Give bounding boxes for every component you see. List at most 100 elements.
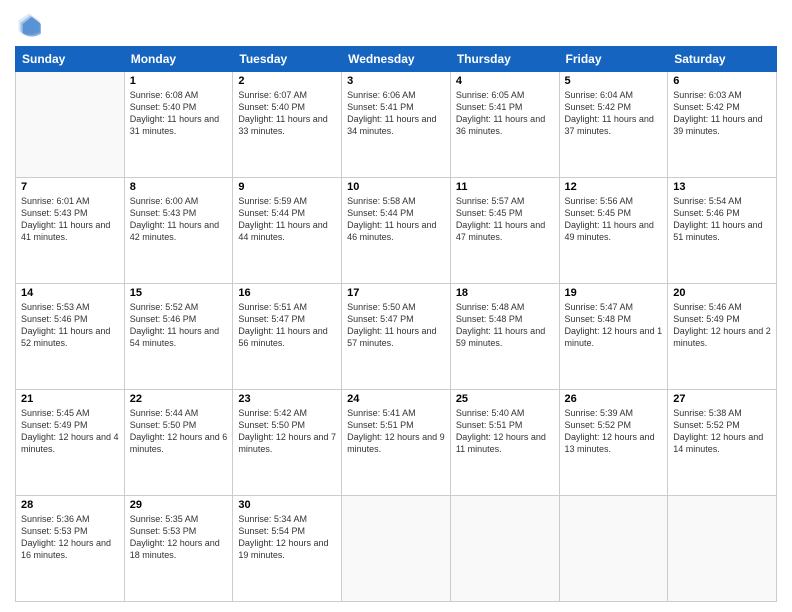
calendar-cell: 11 Sunrise: 5:57 AM Sunset: 5:45 PM Dayli… bbox=[450, 178, 559, 284]
day-number: 20 bbox=[673, 287, 771, 299]
day-content: Sunrise: 5:50 AM Sunset: 5:47 PM Dayligh… bbox=[347, 301, 445, 350]
calendar-cell: 19 Sunrise: 5:47 AM Sunset: 5:48 PM Dayli… bbox=[559, 284, 668, 390]
logo bbox=[15, 10, 47, 38]
day-content: Sunrise: 5:44 AM Sunset: 5:50 PM Dayligh… bbox=[130, 407, 228, 456]
calendar-week-row: 1Sunrise: 6:08 AM Sunset: 5:40 PM Daylig… bbox=[16, 72, 777, 178]
day-number: 12 bbox=[565, 181, 663, 193]
calendar-cell bbox=[16, 72, 125, 178]
calendar-cell: 5Sunrise: 6:04 AM Sunset: 5:42 PM Daylig… bbox=[559, 72, 668, 178]
day-content: Sunrise: 5:35 AM Sunset: 5:53 PM Dayligh… bbox=[130, 513, 228, 562]
calendar-cell: 10Sunrise: 5:58 AM Sunset: 5:44 PM Dayli… bbox=[342, 178, 451, 284]
day-number: 18 bbox=[456, 287, 554, 299]
calendar-week-row: 14Sunrise: 5:53 AM Sunset: 5:46 PM Dayli… bbox=[16, 284, 777, 390]
calendar-cell: 21 Sunrise: 5:45 AM Sunset: 5:49 PM Dayli… bbox=[16, 390, 125, 496]
day-number: 16 bbox=[238, 287, 336, 299]
calendar-cell: 29 Sunrise: 5:35 AM Sunset: 5:53 PM Dayli… bbox=[124, 496, 233, 602]
day-content: Sunrise: 5:56 AM Sunset: 5:45 PM Dayligh… bbox=[565, 195, 663, 244]
day-number: 22 bbox=[130, 393, 228, 405]
day-content: Sunrise: 5:42 AM Sunset: 5:50 PM Dayligh… bbox=[238, 407, 336, 456]
page: SundayMondayTuesdayWednesdayThursdayFrid… bbox=[0, 0, 792, 612]
calendar-cell: 24 Sunrise: 5:41 AM Sunset: 5:51 PM Dayli… bbox=[342, 390, 451, 496]
day-content: Sunrise: 5:46 AM Sunset: 5:49 PM Dayligh… bbox=[673, 301, 771, 350]
weekday-header-friday: Friday bbox=[559, 47, 668, 72]
day-content: Sunrise: 6:01 AM Sunset: 5:43 PM Dayligh… bbox=[21, 195, 119, 244]
weekday-header-row: SundayMondayTuesdayWednesdayThursdayFrid… bbox=[16, 47, 777, 72]
calendar-cell: 17 Sunrise: 5:50 AM Sunset: 5:47 PM Dayli… bbox=[342, 284, 451, 390]
calendar-cell: 22 Sunrise: 5:44 AM Sunset: 5:50 PM Dayli… bbox=[124, 390, 233, 496]
day-number: 13 bbox=[673, 181, 771, 193]
calendar-week-row: 28 Sunrise: 5:36 AM Sunset: 5:53 PM Dayli… bbox=[16, 496, 777, 602]
day-number: 7 bbox=[21, 181, 119, 193]
day-content: Sunrise: 5:52 AM Sunset: 5:46 PM Dayligh… bbox=[130, 301, 228, 350]
calendar-week-row: 7 Sunrise: 6:01 AM Sunset: 5:43 PM Daylig… bbox=[16, 178, 777, 284]
calendar-cell: 18 Sunrise: 5:48 AM Sunset: 5:48 PM Dayli… bbox=[450, 284, 559, 390]
calendar-cell: 4Sunrise: 6:05 AM Sunset: 5:41 PM Daylig… bbox=[450, 72, 559, 178]
calendar-cell: 3 Sunrise: 6:06 AM Sunset: 5:41 PM Daylig… bbox=[342, 72, 451, 178]
calendar-cell: 28 Sunrise: 5:36 AM Sunset: 5:53 PM Dayli… bbox=[16, 496, 125, 602]
calendar-cell: 14Sunrise: 5:53 AM Sunset: 5:46 PM Dayli… bbox=[16, 284, 125, 390]
weekday-header-sunday: Sunday bbox=[16, 47, 125, 72]
calendar-cell: 23 Sunrise: 5:42 AM Sunset: 5:50 PM Dayli… bbox=[233, 390, 342, 496]
calendar-cell: 7 Sunrise: 6:01 AM Sunset: 5:43 PM Daylig… bbox=[16, 178, 125, 284]
calendar-cell bbox=[342, 496, 451, 602]
day-number: 23 bbox=[238, 393, 336, 405]
calendar-cell: 9 Sunrise: 5:59 AM Sunset: 5:44 PM Daylig… bbox=[233, 178, 342, 284]
calendar-cell bbox=[668, 496, 777, 602]
day-content: Sunrise: 6:03 AM Sunset: 5:42 PM Dayligh… bbox=[673, 89, 771, 138]
day-number: 5 bbox=[565, 75, 663, 87]
day-number: 17 bbox=[347, 287, 445, 299]
day-number: 6 bbox=[673, 75, 771, 87]
calendar-cell: 15Sunrise: 5:52 AM Sunset: 5:46 PM Dayli… bbox=[124, 284, 233, 390]
calendar-cell: 13Sunrise: 5:54 AM Sunset: 5:46 PM Dayli… bbox=[668, 178, 777, 284]
day-content: Sunrise: 5:38 AM Sunset: 5:52 PM Dayligh… bbox=[673, 407, 771, 456]
day-number: 19 bbox=[565, 287, 663, 299]
day-number: 29 bbox=[130, 499, 228, 511]
day-content: Sunrise: 5:36 AM Sunset: 5:53 PM Dayligh… bbox=[21, 513, 119, 562]
day-content: Sunrise: 5:39 AM Sunset: 5:52 PM Dayligh… bbox=[565, 407, 663, 456]
calendar-cell: 8Sunrise: 6:00 AM Sunset: 5:43 PM Daylig… bbox=[124, 178, 233, 284]
calendar-cell: 25 Sunrise: 5:40 AM Sunset: 5:51 PM Dayli… bbox=[450, 390, 559, 496]
day-content: Sunrise: 5:40 AM Sunset: 5:51 PM Dayligh… bbox=[456, 407, 554, 456]
day-number: 27 bbox=[673, 393, 771, 405]
calendar-cell: 27 Sunrise: 5:38 AM Sunset: 5:52 PM Dayli… bbox=[668, 390, 777, 496]
day-number: 21 bbox=[21, 393, 119, 405]
calendar-week-row: 21 Sunrise: 5:45 AM Sunset: 5:49 PM Dayli… bbox=[16, 390, 777, 496]
logo-icon bbox=[15, 10, 43, 38]
calendar-table: SundayMondayTuesdayWednesdayThursdayFrid… bbox=[15, 46, 777, 602]
day-number: 30 bbox=[238, 499, 336, 511]
day-number: 24 bbox=[347, 393, 445, 405]
calendar-cell: 2 Sunrise: 6:07 AM Sunset: 5:40 PM Daylig… bbox=[233, 72, 342, 178]
day-number: 2 bbox=[238, 75, 336, 87]
day-content: Sunrise: 5:57 AM Sunset: 5:45 PM Dayligh… bbox=[456, 195, 554, 244]
day-content: Sunrise: 5:51 AM Sunset: 5:47 PM Dayligh… bbox=[238, 301, 336, 350]
calendar-cell bbox=[559, 496, 668, 602]
day-content: Sunrise: 5:47 AM Sunset: 5:48 PM Dayligh… bbox=[565, 301, 663, 350]
calendar-cell: 1Sunrise: 6:08 AM Sunset: 5:40 PM Daylig… bbox=[124, 72, 233, 178]
day-number: 1 bbox=[130, 75, 228, 87]
day-number: 28 bbox=[21, 499, 119, 511]
day-content: Sunrise: 6:00 AM Sunset: 5:43 PM Dayligh… bbox=[130, 195, 228, 244]
weekday-header-tuesday: Tuesday bbox=[233, 47, 342, 72]
day-content: Sunrise: 5:59 AM Sunset: 5:44 PM Dayligh… bbox=[238, 195, 336, 244]
calendar-cell: 26 Sunrise: 5:39 AM Sunset: 5:52 PM Dayli… bbox=[559, 390, 668, 496]
calendar-cell: 12 Sunrise: 5:56 AM Sunset: 5:45 PM Dayli… bbox=[559, 178, 668, 284]
day-number: 11 bbox=[456, 181, 554, 193]
day-content: Sunrise: 5:53 AM Sunset: 5:46 PM Dayligh… bbox=[21, 301, 119, 350]
weekday-header-saturday: Saturday bbox=[668, 47, 777, 72]
calendar-cell: 30Sunrise: 5:34 AM Sunset: 5:54 PM Dayli… bbox=[233, 496, 342, 602]
day-number: 3 bbox=[347, 75, 445, 87]
calendar-cell: 20 Sunrise: 5:46 AM Sunset: 5:49 PM Dayli… bbox=[668, 284, 777, 390]
day-number: 9 bbox=[238, 181, 336, 193]
day-number: 4 bbox=[456, 75, 554, 87]
day-content: Sunrise: 6:06 AM Sunset: 5:41 PM Dayligh… bbox=[347, 89, 445, 138]
day-content: Sunrise: 5:48 AM Sunset: 5:48 PM Dayligh… bbox=[456, 301, 554, 350]
calendar-cell bbox=[450, 496, 559, 602]
day-number: 10 bbox=[347, 181, 445, 193]
day-content: Sunrise: 5:41 AM Sunset: 5:51 PM Dayligh… bbox=[347, 407, 445, 456]
day-number: 25 bbox=[456, 393, 554, 405]
day-content: Sunrise: 6:07 AM Sunset: 5:40 PM Dayligh… bbox=[238, 89, 336, 138]
day-number: 26 bbox=[565, 393, 663, 405]
weekday-header-wednesday: Wednesday bbox=[342, 47, 451, 72]
calendar-cell: 6 Sunrise: 6:03 AM Sunset: 5:42 PM Daylig… bbox=[668, 72, 777, 178]
day-content: Sunrise: 5:45 AM Sunset: 5:49 PM Dayligh… bbox=[21, 407, 119, 456]
